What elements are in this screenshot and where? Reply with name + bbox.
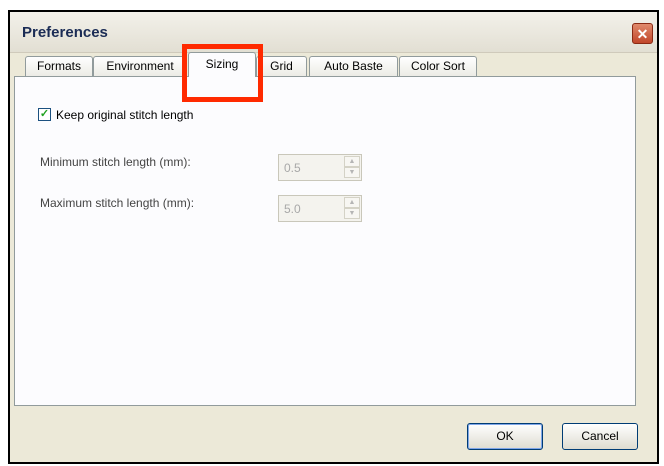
close-button[interactable]: ✕ (632, 23, 653, 44)
ok-button[interactable]: OK (467, 423, 543, 450)
minimum-stitch-label: Minimum stitch length (mm): (40, 155, 191, 169)
tab-label: Grid (270, 59, 293, 73)
cancel-button[interactable]: Cancel (562, 423, 638, 450)
keep-original-checkbox[interactable]: ✓ (38, 108, 51, 121)
maximum-stitch-stepper: ▲ ▼ (278, 195, 362, 222)
spin-up-icon[interactable]: ▲ (344, 156, 360, 167)
maximum-stitch-label: Maximum stitch length (mm): (40, 196, 195, 210)
spin-up-icon[interactable]: ▲ (344, 197, 360, 208)
tab-label: Color Sort (410, 59, 466, 73)
window-title: Preferences (22, 24, 108, 41)
title-bar[interactable]: Preferences ✕ (10, 12, 657, 53)
sizing-tab-highlight (182, 44, 263, 102)
checkmark-icon: ✓ (39, 108, 50, 120)
tab-label: Environment (106, 59, 174, 73)
tab-label: Auto Baste (324, 59, 383, 73)
spin-down-icon[interactable]: ▼ (344, 208, 360, 219)
sizing-panel (14, 76, 636, 406)
tab-grid[interactable]: Grid (256, 56, 307, 76)
close-icon: ✕ (636, 26, 649, 42)
tab-auto-baste[interactable]: Auto Baste (309, 56, 398, 76)
tab-formats[interactable]: Formats (25, 56, 93, 76)
spin-down-icon[interactable]: ▼ (344, 167, 360, 178)
tab-label: Formats (36, 59, 81, 73)
tab-environment[interactable]: Environment (93, 56, 187, 76)
tab-color-sort[interactable]: Color Sort (399, 56, 477, 76)
minimum-stitch-stepper: ▲ ▼ (278, 154, 362, 181)
keep-original-label[interactable]: Keep original stitch length (56, 108, 193, 122)
